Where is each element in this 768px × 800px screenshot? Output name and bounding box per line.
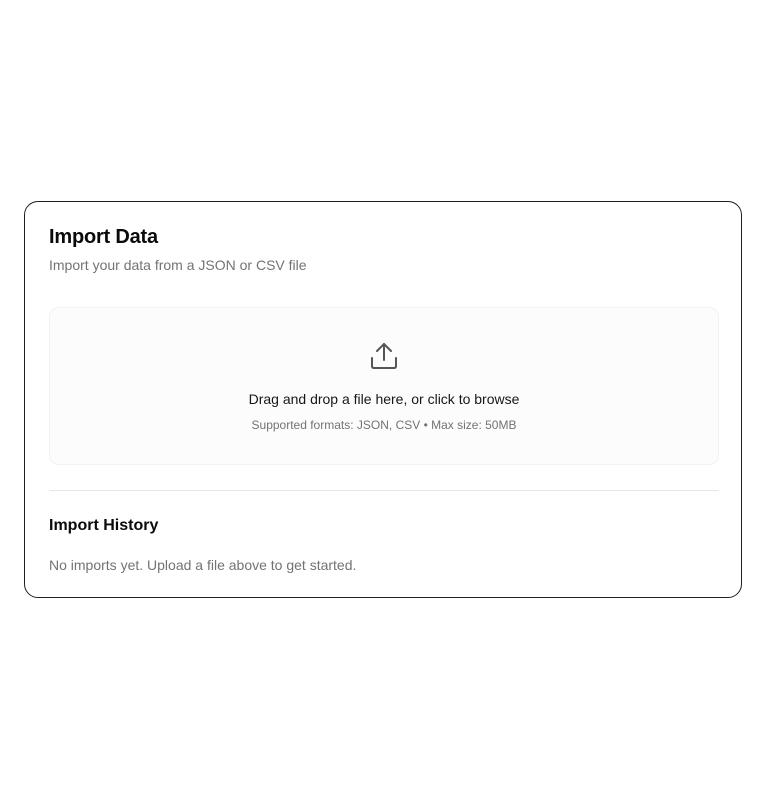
- import-history-title: Import History: [49, 517, 159, 534]
- page-title: Import Data: [49, 226, 158, 248]
- dropzone-supported-formats: Supported formats: JSON, CSV • Max size:…: [251, 418, 517, 432]
- file-dropzone[interactable]: Drag and drop a file here, or click to b…: [49, 307, 719, 465]
- import-data-card: Import Data Import your data from a JSON…: [24, 201, 742, 598]
- upload-icon: [368, 340, 400, 372]
- import-history-empty-message: No imports yet. Upload a file above to g…: [49, 557, 357, 573]
- dropzone-instructions: Drag and drop a file here, or click to b…: [248, 391, 520, 407]
- section-divider: [49, 490, 719, 491]
- page-subtitle: Import your data from a JSON or CSV file: [49, 257, 307, 273]
